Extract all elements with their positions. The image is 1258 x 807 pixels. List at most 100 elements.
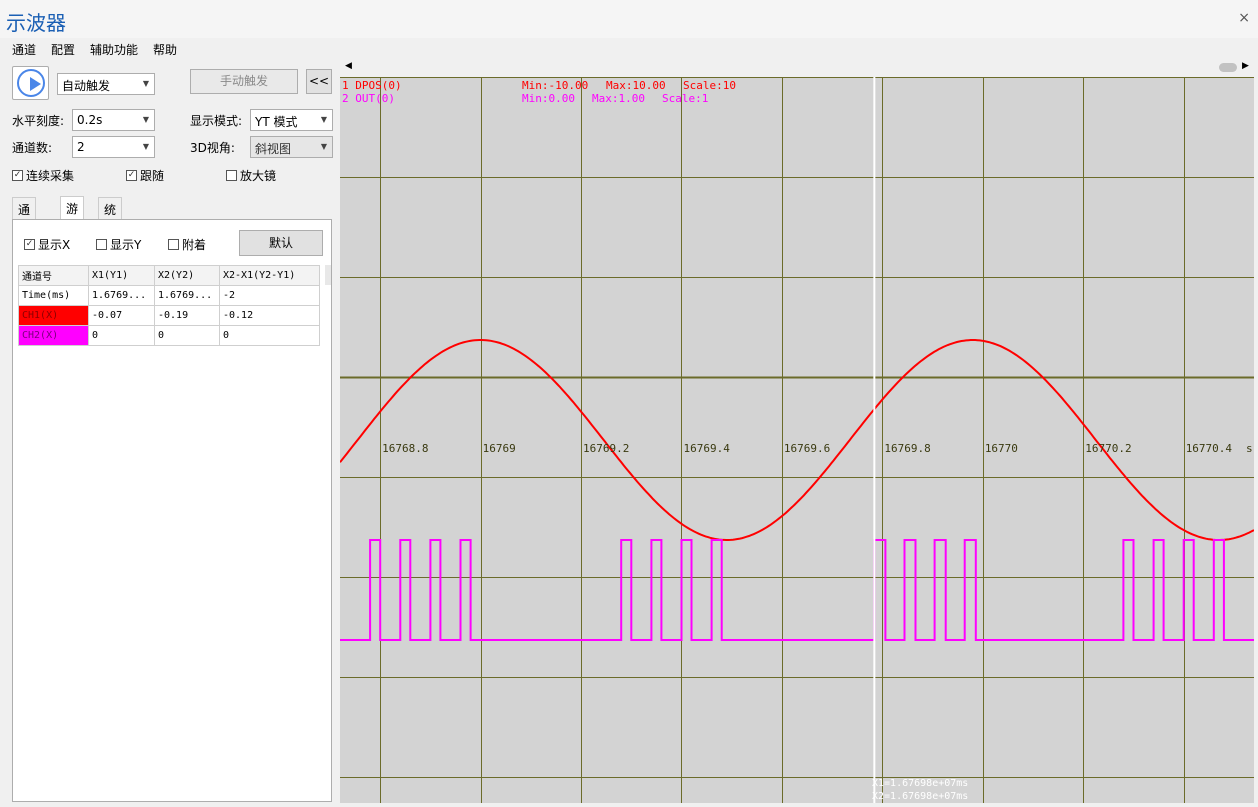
attach-checkbox[interactable]: 附着 xyxy=(168,236,206,253)
hscale-label: 水平刻度: xyxy=(12,114,65,128)
tab-channel[interactable]: 通道号 xyxy=(12,197,37,251)
cursor-x1-readout: X1=1.67698e+07ms xyxy=(872,778,968,789)
col-header[interactable]: X2(Y2) xyxy=(154,265,220,286)
table-scrollbar[interactable] xyxy=(325,265,331,285)
scroll-right-icon[interactable]: ▶ xyxy=(1242,61,1249,71)
trigger-mode-select[interactable]: 自动触发 ▼ xyxy=(57,73,155,95)
magnifier-label: 放大镜 xyxy=(240,169,277,183)
scroll-left-icon[interactable]: ◀ xyxy=(345,61,352,71)
checkbox-icon: ✓ xyxy=(24,239,35,250)
cell-x2: 1.6769... xyxy=(154,285,220,306)
view3d-value: 斜视图 xyxy=(255,142,292,156)
scroll-thumb[interactable] xyxy=(1219,63,1237,72)
continuous-label: 连续采集 xyxy=(26,169,75,183)
collapse-button[interactable]: << xyxy=(306,69,332,94)
view3d-select[interactable]: 斜视图 ▼ xyxy=(250,136,333,158)
trigger-mode-value: 自动触发 xyxy=(62,79,111,93)
show-y-label: 显示Y xyxy=(110,238,142,252)
continuous-checkbox[interactable]: ✓ 连续采集 xyxy=(12,167,74,184)
channels-value: 2 xyxy=(77,140,85,154)
cursor-x2-readout: X2=1.67698e+07ms xyxy=(872,791,968,802)
show-x-label: 显示X xyxy=(38,238,71,252)
table-header-row: 通道号 X1(Y1) X2(Y2) X2-X1(Y2-Y1) xyxy=(18,265,320,286)
menu-channel[interactable]: 通道 xyxy=(12,41,36,58)
legend-ch1-min: Min:-10.00 xyxy=(522,79,588,92)
cell-x2: 0 xyxy=(154,325,220,346)
time-tick-label: 16769.6 xyxy=(784,442,830,455)
col-header[interactable]: 通道号 xyxy=(18,265,89,286)
cursor-table: 通道号 X1(Y1) X2(Y2) X2-X1(Y2-Y1) Time(ms) … xyxy=(18,265,320,346)
play-icon xyxy=(17,69,45,97)
table-row[interactable]: CH2(X) 0 0 0 xyxy=(18,325,320,346)
manual-trigger-button[interactable]: 手动触发 xyxy=(190,69,298,94)
col-header[interactable]: X1(Y1) xyxy=(88,265,155,286)
menu-config[interactable]: 配置 xyxy=(51,41,75,58)
chevron-down-icon: ▼ xyxy=(142,115,149,124)
follow-checkbox[interactable]: ✓ 跟随 xyxy=(126,167,164,184)
view3d-label: 3D视角: xyxy=(190,141,235,155)
chevron-down-icon: ▼ xyxy=(320,142,327,151)
cell-diff: 0 xyxy=(219,325,320,346)
time-tick-label: 16770.2 xyxy=(1085,442,1131,455)
menu-bar: 通道 配置 辅助功能 帮助 xyxy=(0,38,1258,60)
table-row[interactable]: Time(ms) 1.6769... 1.6769... -2 xyxy=(18,285,320,306)
cell-diff: -2 xyxy=(219,285,320,306)
plot-background xyxy=(340,77,1254,803)
waveform-plot[interactable]: 16768.8 16769 16769.2 16769.4 16769.6 16769.8… xyxy=(340,77,1254,803)
attach-label: 附着 xyxy=(182,238,207,252)
time-tick-label: 16769.2 xyxy=(583,442,629,455)
checkbox-icon xyxy=(96,239,107,250)
hscale-value: 0.2s xyxy=(77,113,103,127)
chevron-down-icon: ▼ xyxy=(142,142,149,151)
legend-ch2-scale: Scale:1 xyxy=(662,92,708,105)
legend-ch2-max: Max:1.00 xyxy=(592,92,645,105)
time-tick-label: 16770 xyxy=(985,442,1018,455)
row-name: Time(ms) xyxy=(18,285,89,306)
default-button[interactable]: 默认 xyxy=(239,230,323,256)
window-title: 示波器 xyxy=(6,11,66,35)
display-mode-value: YT 模式 xyxy=(255,115,298,129)
scope-area: ◀ ▶ 16768.8 16769 16769.2 16769.4 16769.6 167… xyxy=(340,60,1258,807)
channels-select[interactable]: 2 ▼ xyxy=(72,136,155,158)
magnifier-checkbox[interactable]: 放大镜 xyxy=(226,167,276,184)
close-icon[interactable]: × xyxy=(1238,10,1250,26)
legend-ch1-scale: Scale:10 xyxy=(683,79,736,92)
table-row[interactable]: CH1(X) -0.07 -0.19 -0.12 xyxy=(18,305,320,326)
run-button[interactable] xyxy=(12,66,49,100)
control-panel: 自动触发 ▼ 手动触发 << 水平刻度: 0.2s ▼ 显示模式: YT 模式 … xyxy=(0,60,338,807)
display-mode-label: 显示模式: xyxy=(190,114,243,128)
chevron-down-icon: ▼ xyxy=(320,115,327,124)
channels-label: 通道数: xyxy=(12,141,53,155)
cell-x1: -0.07 xyxy=(88,305,155,326)
legend-ch1-max: Max:10.00 xyxy=(606,79,666,92)
show-y-checkbox[interactable]: 显示Y xyxy=(96,236,141,253)
time-tick-label: 16769.8 xyxy=(884,442,930,455)
menu-aux[interactable]: 辅助功能 xyxy=(90,41,138,58)
cell-x2: -0.19 xyxy=(154,305,220,326)
row-name: CH2(X) xyxy=(18,325,89,346)
display-mode-select[interactable]: YT 模式 ▼ xyxy=(250,109,333,131)
time-tick-label: 16769.4 xyxy=(683,442,730,455)
horizontal-scrollbar[interactable]: ◀ ▶ xyxy=(340,60,1254,76)
checkbox-icon xyxy=(168,239,179,250)
time-tick-label: 16769 xyxy=(483,442,516,455)
show-x-checkbox[interactable]: ✓ 显示X xyxy=(24,236,70,253)
title-bar: 示波器 × xyxy=(0,0,1258,38)
time-tick-label: 16768.8 xyxy=(382,442,428,455)
cell-x1: 0 xyxy=(88,325,155,346)
cursor-tab-panel: ✓ 显示X 显示Y 附着 默认 通道号 X1(Y1) X2(Y2) X2-X1(… xyxy=(12,219,332,802)
checkbox-icon: ✓ xyxy=(12,170,23,181)
checkbox-icon xyxy=(226,170,237,181)
col-header[interactable]: X2-X1(Y2-Y1) xyxy=(219,265,320,286)
chevron-down-icon: ▼ xyxy=(142,79,149,88)
follow-label: 跟随 xyxy=(140,169,165,183)
menu-help[interactable]: 帮助 xyxy=(153,41,177,58)
checkbox-icon: ✓ xyxy=(126,170,137,181)
cell-diff: -0.12 xyxy=(219,305,320,326)
tab-cursor[interactable]: 游标 xyxy=(60,196,85,233)
hscale-select[interactable]: 0.2s ▼ xyxy=(72,109,155,131)
legend-ch2-min: Min:0.00 xyxy=(522,92,575,105)
row-name: CH1(X) xyxy=(18,305,89,326)
tab-stats[interactable]: 统计 xyxy=(98,197,123,234)
time-unit-label: s xyxy=(1246,442,1253,455)
